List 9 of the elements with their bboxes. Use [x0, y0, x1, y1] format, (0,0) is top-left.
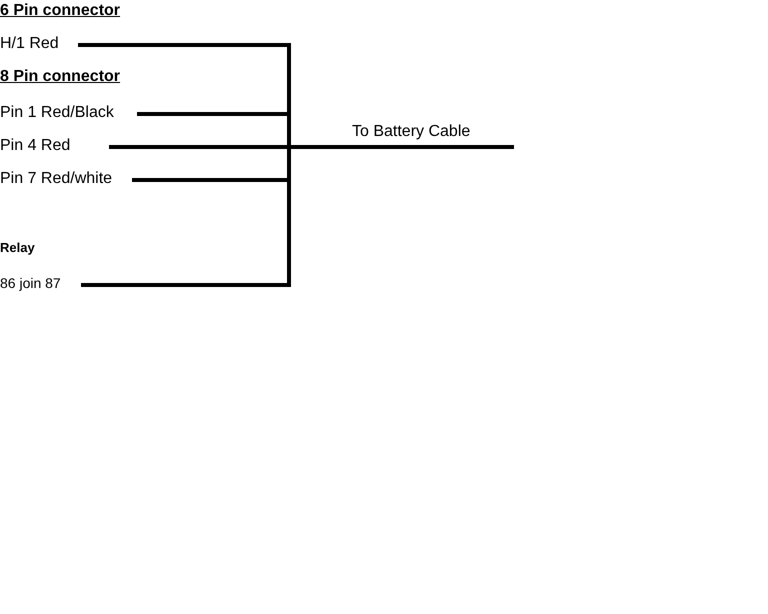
section-heading: 6 Pin connector [0, 3, 120, 19]
wire-label: 86 join 87 [0, 276, 61, 290]
wire-label: Pin 7 Red/white [0, 171, 112, 187]
section-heading: Relay [0, 241, 35, 254]
wire-label: Pin 4 Red [0, 138, 70, 154]
wire-label: H/1 Red [0, 36, 59, 52]
cable-label: To Battery Cable [352, 124, 470, 140]
wire-label: Pin 1 Red/Black [0, 105, 114, 121]
section-heading: 8 Pin connector [0, 69, 120, 85]
